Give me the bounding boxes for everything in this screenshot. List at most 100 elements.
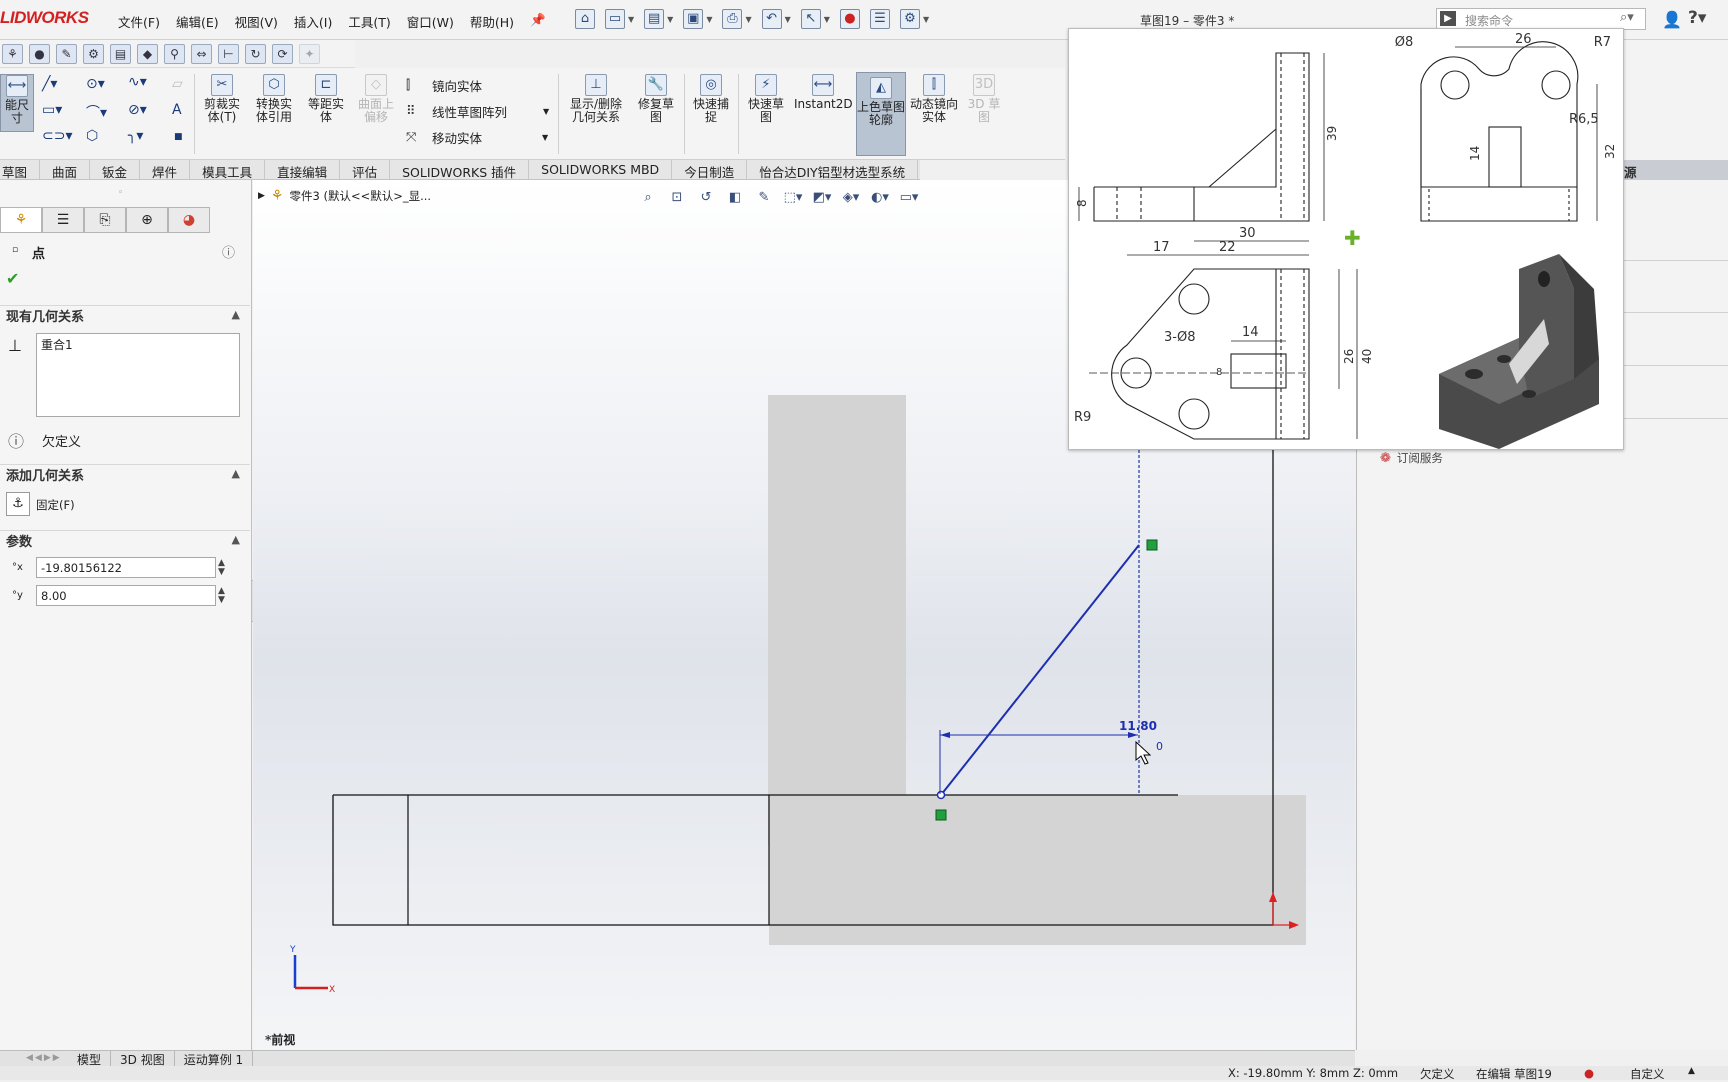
collapse-icon[interactable]: ▲ xyxy=(232,467,240,480)
rapid-sketch-button[interactable]: ⚡ 快速草图 xyxy=(744,74,788,124)
tab-sheet-metal[interactable]: 钣金 xyxy=(90,160,141,180)
x-spinner-icon[interactable]: ▲ ▼ xyxy=(218,559,225,577)
x-coordinate-input[interactable]: -19.80156122 xyxy=(36,557,216,578)
tab-surface[interactable]: 曲面 xyxy=(40,160,91,180)
bom-icon[interactable]: ▤ xyxy=(110,44,131,64)
tab-weldments[interactable]: 焊件 xyxy=(140,160,191,180)
slot-icon[interactable]: ⊂⊃▾ xyxy=(42,128,73,144)
convert-entities-button[interactable]: ⬡ 转换实体引用 xyxy=(252,74,296,124)
help-icon[interactable]: ?▾ xyxy=(1688,8,1706,28)
fillet-icon[interactable]: ╮▾ xyxy=(128,128,143,144)
menu-edit[interactable]: 编辑(E) xyxy=(176,12,219,31)
tab-3d-view[interactable]: 3D 视图 xyxy=(111,1051,175,1067)
coincident-relation-icon[interactable] xyxy=(1146,539,1158,551)
collapse-icon[interactable]: ▲ xyxy=(232,533,240,546)
add-relations-section[interactable]: 添加几何关系 ▲ xyxy=(0,464,250,486)
menu-file[interactable]: 文件(F) xyxy=(118,12,160,31)
existing-relations-section[interactable]: 现有几何关系 ▲ xyxy=(0,305,250,327)
y-coordinate-input[interactable]: 8.00 xyxy=(36,585,216,606)
repair-sketch-button[interactable]: 🔧 修复草图 xyxy=(634,74,678,124)
polygon-icon[interactable]: ⬡ xyxy=(86,128,98,144)
fix-relation-icon[interactable]: ⚓ xyxy=(6,492,30,516)
point-icon[interactable]: ■ xyxy=(174,132,183,142)
rectangle-icon[interactable]: ▭▾ xyxy=(42,102,62,118)
config-manager-tab-icon[interactable]: ⎘ xyxy=(84,207,126,233)
tab-scroll-arrows-icon[interactable]: ◀◀▶▶ xyxy=(0,1051,68,1066)
tab-evaluate[interactable]: 评估 xyxy=(340,160,391,180)
refresh-icon[interactable]: ⟳ xyxy=(272,44,293,64)
traffic-light-icon[interactable]: ● xyxy=(839,9,860,29)
tab-yiheda[interactable]: 怡合达DIY铝型材选型系统 xyxy=(747,160,919,180)
user-icon[interactable]: 👤 xyxy=(1662,10,1682,29)
quick-snap-button[interactable]: ◎ 快速捕捉 xyxy=(690,74,732,124)
color-cube-icon[interactable]: ◆ xyxy=(137,44,158,64)
list-item[interactable]: 重合1 xyxy=(41,336,235,353)
sphere-icon[interactable]: ● xyxy=(29,44,50,64)
options-gear-icon[interactable]: ⚙ xyxy=(899,9,920,29)
select-arrow-icon[interactable]: ↖ xyxy=(800,9,821,29)
menu-window[interactable]: 窗口(W) xyxy=(407,12,454,31)
arc-icon[interactable]: ⌒▾ xyxy=(86,102,107,122)
ruler-icon[interactable]: ⊢ xyxy=(218,44,239,64)
print-icon[interactable]: ⎙ xyxy=(722,9,743,29)
subscription-services-link[interactable]: ❁ 订阅服务 xyxy=(1380,450,1443,466)
file-properties-icon[interactable]: ☰ xyxy=(869,9,890,29)
tab-direct-edit[interactable]: 直接编辑 xyxy=(265,160,341,180)
dimxpert-tab-icon[interactable]: ⊕ xyxy=(126,207,168,233)
gears-icon[interactable]: ⚙ xyxy=(83,44,104,64)
offset-entities-button[interactable]: ⊏ 等距实体 xyxy=(304,74,348,124)
collapse-icon[interactable]: ▲ xyxy=(232,308,240,321)
sketch-point[interactable] xyxy=(936,790,946,800)
menu-tools[interactable]: 工具(T) xyxy=(348,12,390,31)
tab-sketch[interactable]: 草图 xyxy=(0,160,41,180)
existing-relations-list[interactable]: 重合1 xyxy=(36,333,240,417)
magnifier-icon[interactable]: ⌕▾ xyxy=(1620,10,1634,25)
tree-icon[interactable]: ⚘ xyxy=(2,44,23,64)
bolt-icon[interactable]: ⚲ xyxy=(164,44,185,64)
coincident-relation-icon[interactable] xyxy=(935,809,947,821)
rotate-icon[interactable]: ↻ xyxy=(245,44,266,64)
spline-icon[interactable]: ∿▾ xyxy=(128,74,147,90)
move-entities-button[interactable]: ⤧ 移动实体 ▼ xyxy=(406,128,548,147)
ok-checkmark-icon[interactable]: ✔ xyxy=(6,269,19,288)
display-relations-button[interactable]: ⊥ 显示/删除几何关系 xyxy=(564,74,628,124)
search-input[interactable]: 搜索命令 xyxy=(1436,8,1646,30)
units-dropdown-icon[interactable]: ▲ xyxy=(1688,1066,1695,1076)
line-icon[interactable]: ╱▾ xyxy=(42,76,57,92)
tab-mbd[interactable]: SOLIDWORKS MBD xyxy=(529,160,673,179)
circle-icon[interactable]: ⊙▾ xyxy=(86,76,105,92)
display-manager-tab-icon[interactable]: ◕ xyxy=(168,207,210,233)
measure-icon[interactable]: ⇔ xyxy=(191,44,212,64)
ellipse-icon[interactable]: ⊘▾ xyxy=(128,102,147,118)
text-icon[interactable]: A xyxy=(172,102,182,118)
mirror-entities-button[interactable]: ⫿ 镜向实体 xyxy=(406,76,482,95)
move-cross-icon[interactable]: ✚ xyxy=(1344,226,1361,250)
pin-icon[interactable]: 📌 xyxy=(530,12,546,31)
panel-grip-icon[interactable]: ◦ xyxy=(118,188,123,198)
tab-mold-tools[interactable]: 模具工具 xyxy=(190,160,266,180)
tab-addins[interactable]: SOLIDWORKS 插件 xyxy=(390,160,530,180)
dimension-value[interactable]: 11.80 xyxy=(1119,719,1157,733)
sketch-icon[interactable]: ✎ xyxy=(56,44,77,64)
pm-help-icon[interactable]: ⓘ xyxy=(222,242,235,261)
home-icon[interactable]: ⌂ xyxy=(575,9,595,29)
smart-dimension-button[interactable]: ⟷ 能尺寸 xyxy=(0,74,34,132)
sketch-line-diagonal[interactable] xyxy=(940,544,1140,796)
parameters-section[interactable]: 参数 ▲ xyxy=(0,530,250,552)
open-folder-icon[interactable]: ▤ xyxy=(644,9,665,29)
menu-view[interactable]: 视图(V) xyxy=(235,12,278,31)
fix-relation-label[interactable]: 固定(F) xyxy=(36,497,75,513)
menu-help[interactable]: 帮助(H) xyxy=(470,12,514,31)
new-document-icon[interactable]: ▭ xyxy=(605,9,625,29)
shaded-contours-button[interactable]: ◭ 上色草图轮廓 xyxy=(856,72,906,156)
dynamic-mirror-button[interactable]: ⫿ 动态镜向实体 xyxy=(910,74,958,124)
tab-motion-study[interactable]: 运动算例 1 xyxy=(175,1051,254,1067)
property-manager-tab-icon[interactable]: ☰ xyxy=(42,207,84,233)
instant2d-button[interactable]: ⟷ Instant2D xyxy=(794,74,853,111)
linear-pattern-button[interactable]: ⠿ 线性草图阵列 ▼ xyxy=(406,102,549,121)
menu-insert[interactable]: 插入(I) xyxy=(294,12,332,31)
save-icon[interactable]: ▣ xyxy=(683,9,704,29)
rebuild-status-icon[interactable]: ● xyxy=(1584,1066,1594,1080)
undo-icon[interactable]: ↶ xyxy=(761,9,782,29)
tab-today-manufacturing[interactable]: 今日制造 xyxy=(672,160,748,180)
